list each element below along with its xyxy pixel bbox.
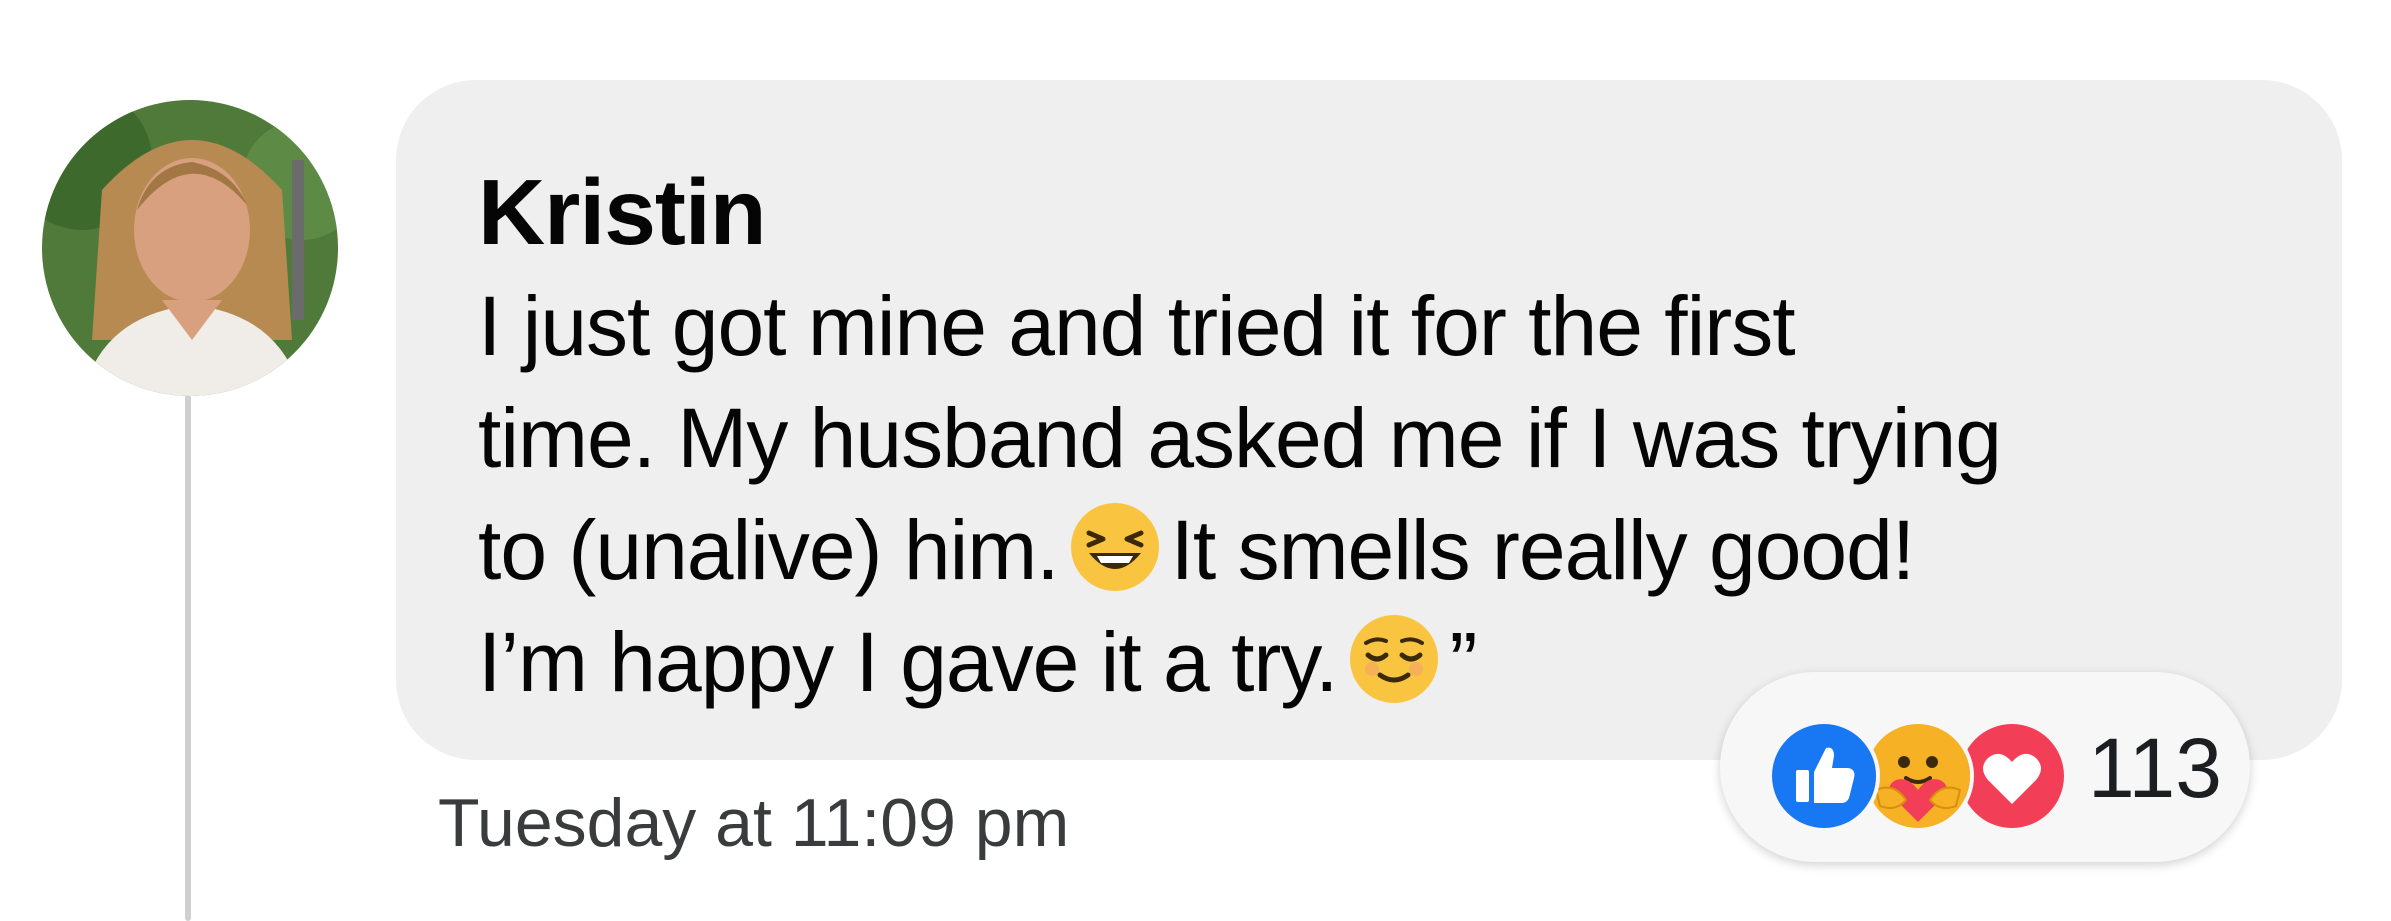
comment-text: I just got mine and tried it for the fir… <box>478 270 2278 718</box>
reaction-count[interactable]: 113 <box>2088 718 2222 818</box>
thread-line <box>185 395 191 921</box>
comment-text-segment: I just got mine and tried it for the fir… <box>478 279 1796 373</box>
like-reaction-icon <box>1768 720 1880 832</box>
avatar[interactable] <box>42 100 338 396</box>
comment-text-segment: to (unalive) him. <box>478 503 1060 597</box>
relieved-face-emoji <box>1348 613 1440 705</box>
comment-author-name[interactable]: Kristin <box>478 155 767 270</box>
comment-text-segment: ” <box>1449 615 1478 709</box>
comment-line-1: I just got mine and tried it for the fir… <box>478 270 2278 382</box>
comment-text-segment: I’m happy I gave it a try. <box>478 615 1338 709</box>
comment-timestamp[interactable]: Tuesday at 11:09 pm <box>438 778 1069 868</box>
comment-line-2: time. My husband asked me if I was tryin… <box>478 382 2278 494</box>
comment-text-segment: time. My husband asked me if I was tryin… <box>478 391 2002 485</box>
laughing-squinting-face-emoji <box>1069 501 1161 593</box>
comment-text-segment: It smells really good! <box>1170 503 1916 597</box>
reaction-summary[interactable]: 113 <box>1720 672 2250 862</box>
profile-photo <box>42 100 338 396</box>
comment-line-3: to (unalive) him. It smells really good! <box>478 494 2278 606</box>
